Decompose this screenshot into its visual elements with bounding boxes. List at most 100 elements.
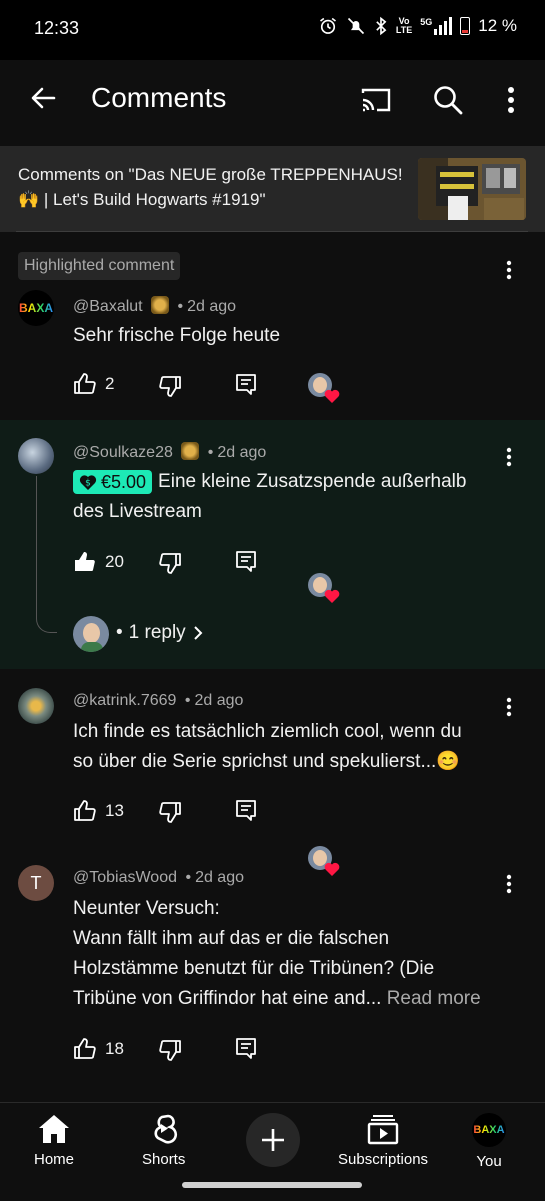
comment-menu-button[interactable] — [497, 695, 521, 719]
more-vert-icon — [506, 697, 512, 717]
reply-button[interactable] — [234, 1036, 258, 1065]
comment-reply-icon — [236, 551, 256, 572]
member-badge-icon — [151, 296, 170, 314]
avatar[interactable]: BAXA — [18, 290, 54, 326]
like-count: 13 — [105, 801, 124, 820]
like-count: 18 — [105, 1039, 124, 1058]
comment-menu-button[interactable] — [497, 872, 521, 896]
avatar[interactable] — [18, 688, 54, 724]
comment-meta: @katrink.7669 • 2d ago — [73, 692, 244, 709]
comment-time: 2d ago — [194, 692, 244, 709]
nav-shorts[interactable]: Shorts — [142, 1113, 185, 1168]
like-button[interactable]: 20 — [73, 550, 124, 574]
battery-level: 12 % — [478, 16, 517, 35]
more-vert-icon — [508, 87, 514, 113]
comment-time: 2d ago — [195, 869, 244, 886]
thumbs-down-icon — [159, 1040, 181, 1061]
page-title: Comments — [91, 82, 227, 113]
nav-you-label: You — [476, 1153, 502, 1170]
comment-time: 2d ago — [217, 444, 267, 461]
more-vert-icon — [506, 874, 512, 894]
comment-author[interactable]: @Soulkaze28 — [73, 444, 173, 461]
nav-home[interactable]: Home — [34, 1113, 74, 1168]
comment-reply-icon — [236, 374, 256, 395]
status-bar: 12:33 Vo LTE 5G 12 % — [0, 0, 545, 60]
heart-icon — [324, 589, 340, 603]
more-vert-icon — [506, 447, 512, 467]
like-button[interactable]: 2 — [73, 372, 114, 396]
video-thumbnail[interactable] — [418, 158, 526, 220]
read-more-link[interactable]: Read more — [387, 988, 481, 1009]
dislike-button[interactable] — [158, 1038, 182, 1067]
comment-meta: @Baxalut • 2d ago — [73, 296, 237, 315]
avatar[interactable] — [18, 438, 54, 474]
subscriptions-icon — [367, 1115, 399, 1145]
reply-button[interactable] — [234, 549, 258, 578]
arrow-left-icon — [31, 87, 56, 109]
comment-text: $ €5.00 Eine kleine Zusatzspende außerha… — [73, 467, 513, 527]
search-icon — [434, 86, 463, 115]
gesture-bar — [182, 1182, 362, 1188]
creator-heart — [308, 846, 340, 876]
reply-avatar[interactable] — [73, 616, 109, 652]
like-button[interactable]: 18 — [73, 1037, 124, 1061]
thumbs-down-icon — [159, 376, 181, 397]
like-count: 20 — [105, 552, 124, 571]
app-header: Comments — [0, 60, 545, 140]
nav-subscriptions-label: Subscriptions — [338, 1151, 429, 1168]
like-button[interactable]: 13 — [73, 799, 124, 823]
avatar-text: BAXA — [18, 301, 53, 315]
volte-icon: Vo LTE — [395, 16, 413, 35]
view-replies-button[interactable]: • 1 reply — [116, 622, 204, 644]
avatar[interactable]: T — [18, 865, 54, 901]
comment-text: Neunter Versuch: Wann fällt ihm auf das … — [73, 898, 481, 1009]
comment-author[interactable]: @TobiasWood — [73, 869, 177, 886]
back-button[interactable] — [24, 80, 64, 120]
cast-button[interactable] — [356, 80, 396, 120]
chevron-right-icon — [193, 626, 203, 640]
bluetooth-icon — [374, 16, 388, 36]
thumbs-down-icon — [159, 802, 181, 823]
more-options-button[interactable] — [491, 80, 531, 120]
heart-icon — [324, 862, 340, 876]
create-button[interactable] — [246, 1113, 300, 1167]
highlighted-comment-badge: Highlighted comment — [18, 252, 181, 280]
more-vert-icon — [506, 260, 512, 280]
svg-text:$: $ — [85, 478, 91, 488]
cast-icon — [361, 88, 391, 112]
video-context-text: Comments on "Das NEUE große TREPPENHAUS!… — [18, 165, 403, 209]
nav-home-label: Home — [34, 1151, 75, 1168]
battery-icon — [460, 17, 471, 35]
search-button[interactable] — [428, 80, 468, 120]
comment-text: Ich finde es tatsächlich ziemlich cool, … — [73, 721, 462, 772]
reply-button[interactable] — [234, 372, 258, 401]
comment-reply-icon — [236, 1038, 256, 1059]
thumbs-up-icon — [74, 1038, 96, 1059]
like-count: 2 — [105, 374, 115, 393]
comment-author[interactable]: @katrink.7669 — [73, 692, 176, 709]
comment-menu-button[interactable] — [497, 258, 521, 282]
status-time: 12:33 — [34, 18, 80, 38]
thumbs-up-icon — [74, 373, 96, 394]
comment-text: Sehr frische Folge heute — [73, 325, 281, 346]
nav-subscriptions[interactable]: Subscriptions — [338, 1113, 428, 1168]
signal-icon: 5G — [420, 17, 453, 35]
dislike-button[interactable] — [158, 551, 182, 580]
comment-author[interactable]: @Baxalut — [73, 298, 143, 315]
home-icon — [39, 1115, 69, 1143]
reply-button[interactable] — [234, 798, 258, 827]
comment-menu-button[interactable] — [497, 445, 521, 469]
video-context-bar[interactable]: Comments on "Das NEUE große TREPPENHAUS!… — [0, 146, 545, 232]
creator-heart — [308, 573, 340, 603]
member-badge-icon — [181, 442, 200, 460]
thread-line — [36, 476, 57, 633]
comment-meta: @TobiasWood • 2d ago — [73, 869, 244, 886]
dislike-button[interactable] — [158, 800, 182, 829]
thumbs-down-icon — [159, 553, 181, 574]
plus-icon — [262, 1129, 284, 1151]
money-heart-icon: $ — [79, 475, 97, 490]
creator-heart — [308, 373, 340, 403]
nav-you[interactable]: BAXA You — [472, 1113, 506, 1170]
dislike-button[interactable] — [158, 374, 182, 403]
comment-meta: @Soulkaze28 • 2d ago — [73, 442, 267, 461]
